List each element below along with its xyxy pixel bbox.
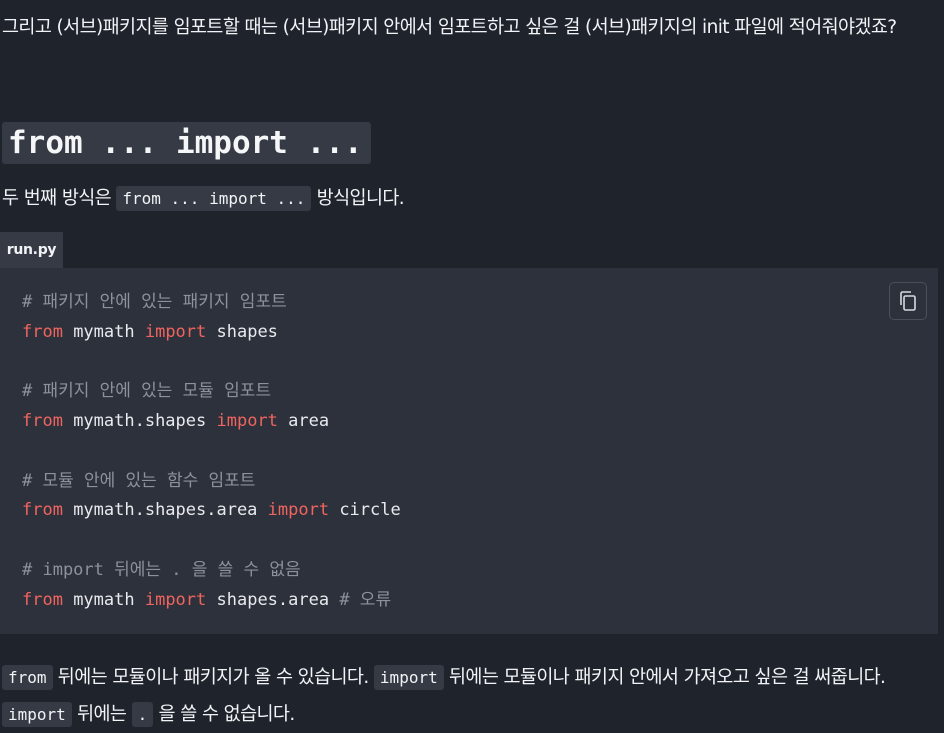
section-description: 두 번째 방식은 from ... import ... 방식입니다. — [2, 180, 936, 217]
code-keyword: from — [22, 321, 63, 342]
code-comment: # 패키지 안에 있는 모듈 임포트 — [22, 381, 272, 402]
code-text: shapes.area — [206, 589, 340, 610]
code-text: circle — [329, 500, 401, 521]
description-text-after: 방식입니다. — [311, 188, 405, 209]
inline-code-dot: . — [131, 702, 154, 727]
article-page: 그리고 (서브)패키지를 임포트할 때는 (서브)패키지 안에서 임포트하고 싶… — [0, 0, 944, 733]
code-comment: # 오류 — [339, 589, 392, 610]
code-text: mymath.shapes — [62, 411, 217, 431]
code-keyword: import — [216, 411, 278, 431]
code-keyword: from — [22, 411, 63, 431]
code-text: shapes — [206, 321, 278, 342]
code-text: area — [277, 411, 330, 431]
description-text-before: 두 번째 방식은 — [2, 188, 117, 209]
intro-paragraph: 그리고 (서브)패키지를 임포트할 때는 (서브)패키지 안에서 임포트하고 싶… — [2, 17, 897, 38]
code-block: # 패키지 안에 있는 패키지 임포트 from mymath import sh… — [0, 268, 938, 634]
copy-icon — [900, 291, 916, 311]
code-line: # import 뒤에는 . 을 쓸 수 없음 — [22, 556, 401, 586]
inline-code-from: from — [2, 665, 53, 690]
code-text: mymath — [62, 589, 145, 610]
outro-text-4: 을 쓸 수 없습니다. — [153, 704, 296, 725]
code-keyword: import — [144, 321, 207, 342]
outro-paragraph: from 뒤에는 모듈이나 패키지가 올 수 있습니다. import 뒤에는 … — [2, 659, 936, 733]
section-heading: from ... import ... — [2, 122, 371, 164]
code-comment: # 모듈 안에 있는 함수 임포트 — [22, 470, 256, 491]
outro-text-2: 뒤에는 모듈이나 패키지 안에서 가져오고 싶은 걸 써줍니다. — [443, 667, 886, 688]
code-line: from mymath.shapes import area — [22, 407, 401, 437]
copy-code-button[interactable] — [889, 282, 927, 320]
code-lines: # 패키지 안에 있는 패키지 임포트 from mymath import sh… — [22, 288, 401, 615]
inline-code-import: import — [373, 665, 444, 690]
code-line: from mymath import shapes — [22, 318, 401, 348]
code-line: from mymath.shapes.area import circle — [22, 496, 401, 526]
code-keyword: import — [144, 589, 207, 610]
code-comment: # 패키지 안에 있는 패키지 임포트 — [22, 292, 287, 312]
code-line: # 모듈 안에 있는 함수 임포트 — [22, 467, 401, 497]
inline-code-import: import — [2, 702, 72, 727]
code-filename-tab[interactable]: run.py — [0, 232, 63, 268]
code-keyword: import — [267, 500, 330, 521]
code-line: # 패키지 안에 있는 모듈 임포트 — [22, 377, 401, 407]
outro-text-3: 뒤에는 — [71, 704, 132, 725]
code-keyword: from — [22, 589, 63, 610]
outro-text-1: 뒤에는 모듈이나 패키지가 올 수 있습니다. — [52, 667, 374, 688]
code-line: from mymath import shapes.area # 오류 — [22, 586, 401, 616]
code-comment: # import 뒤에는 . 을 쓸 수 없음 — [22, 559, 301, 580]
code-keyword: from — [22, 500, 63, 521]
inline-code-from-import: from ... import ... — [116, 186, 312, 211]
code-text: mymath.shapes.area — [62, 500, 268, 521]
code-line: # 패키지 안에 있는 패키지 임포트 — [22, 288, 401, 318]
code-text: mymath — [62, 321, 145, 342]
